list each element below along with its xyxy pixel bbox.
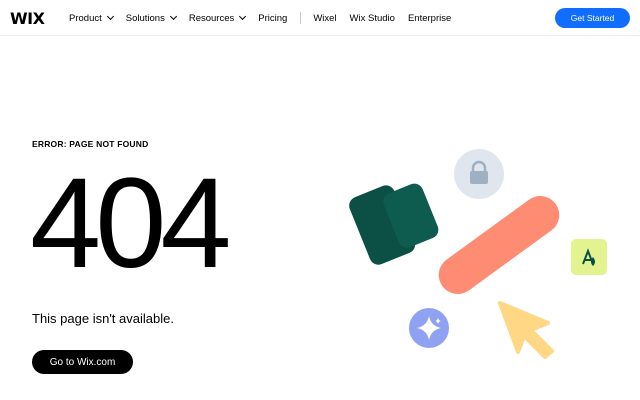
bookmark-shape-icon xyxy=(349,183,439,265)
nav-divider xyxy=(300,12,302,24)
chevron-down-icon xyxy=(106,12,114,21)
chevron-down-icon xyxy=(169,12,177,21)
nav-product-label: Product xyxy=(69,12,102,24)
nav-wix-studio-label: Wix Studio xyxy=(349,12,395,24)
text-tool-icon xyxy=(571,239,607,275)
site-header: WIX Product Solutions Resources Pricing … xyxy=(0,0,640,36)
error-label: ERROR: PAGE NOT FOUND xyxy=(32,139,149,149)
nav-solutions[interactable]: Solutions xyxy=(125,12,177,24)
main-nav: Product Solutions Resources Pricing Wixe… xyxy=(69,0,464,36)
go-to-wix-button[interactable]: Go to Wix.com xyxy=(32,350,133,374)
nav-product[interactable]: Product xyxy=(69,12,114,24)
error-message: This page isn't available. xyxy=(32,311,174,326)
nav-resources-label: Resources xyxy=(188,12,235,24)
nav-wixel-label: Wixel xyxy=(313,12,337,24)
get-started-button[interactable]: Get Started xyxy=(555,8,630,28)
cursor-arrow-icon xyxy=(498,301,554,359)
nav-wix-studio[interactable]: Wix Studio xyxy=(350,13,395,24)
nav-wixel[interactable]: Wixel xyxy=(313,13,336,24)
nav-resources[interactable]: Resources xyxy=(188,12,247,24)
chevron-down-icon xyxy=(239,12,247,21)
error-code: 404 xyxy=(30,152,232,295)
nav-pricing[interactable]: Pricing xyxy=(258,13,287,24)
nav-enterprise[interactable]: Enterprise xyxy=(408,13,451,24)
wix-logo[interactable]: WIX xyxy=(10,9,45,28)
nav-solutions-label: Solutions xyxy=(125,12,165,24)
illustration xyxy=(349,149,607,359)
sparkle-icon xyxy=(409,308,449,348)
nav-enterprise-label: Enterprise xyxy=(407,12,452,24)
coral-pill-shape xyxy=(438,196,560,294)
lock-icon xyxy=(454,149,504,199)
nav-pricing-label: Pricing xyxy=(258,12,288,24)
